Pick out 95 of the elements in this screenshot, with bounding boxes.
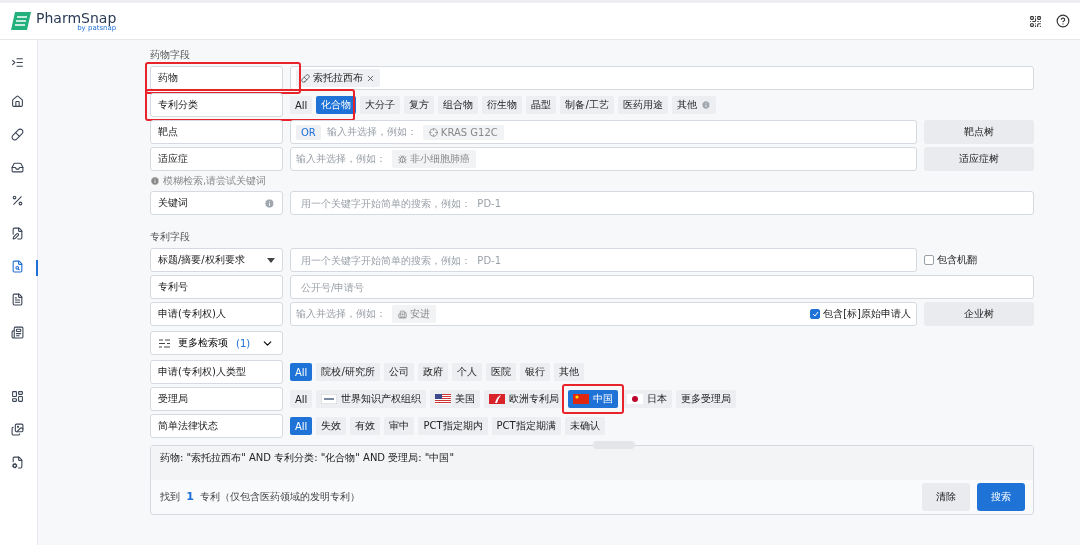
checkbox[interactable]: 包含机翻 xyxy=(924,253,1034,267)
close-icon[interactable] xyxy=(366,73,375,83)
tree-button[interactable]: 靶点树 xyxy=(924,120,1034,144)
field-label: 申请(专利权)人类型 xyxy=(150,360,283,384)
field-label: 专利分类 xyxy=(150,93,283,117)
menu-icon[interactable] xyxy=(11,56,24,69)
document-icon[interactable] xyxy=(11,293,24,306)
home-icon[interactable] xyxy=(11,95,24,108)
china-flag-icon xyxy=(573,394,590,404)
wipo-flag-icon xyxy=(321,394,338,404)
field-label[interactable]: 标题/摘要/权利要求 xyxy=(150,248,283,272)
query-text[interactable]: 药物: "索托拉西布" AND 专利分类: "化合物" AND 受理局: "中国" xyxy=(151,446,1033,480)
clear-button[interactable]: 清除 xyxy=(922,483,970,511)
tree-button[interactable]: 企业树 xyxy=(924,302,1034,326)
search-button[interactable]: 搜索 xyxy=(977,483,1025,511)
newspaper-icon[interactable] xyxy=(11,326,24,339)
filter-chip[interactable]: 美国 xyxy=(430,390,481,408)
filter-chip[interactable]: 院校/研究所 xyxy=(316,363,380,381)
filter-lines-icon xyxy=(159,338,170,348)
filter-chip[interactable]: All xyxy=(290,363,313,381)
field-label: 适应症 xyxy=(150,147,283,171)
search-field[interactable]: 输入并选择，例如： 安进 包含[标]原始申请人 xyxy=(290,302,917,326)
percent-icon[interactable] xyxy=(11,194,24,207)
filter-chip[interactable]: 失效 xyxy=(316,417,347,435)
drug-field[interactable]: 索托拉西布 xyxy=(290,66,1034,90)
filter-chip[interactable]: 医药用途 xyxy=(617,96,668,114)
example-tag: 非小细胞肺癌 xyxy=(392,150,476,168)
pill-icon[interactable] xyxy=(11,128,24,141)
japan-flag-icon xyxy=(627,394,644,404)
filter-chip[interactable]: 世界知识产权组织 xyxy=(316,390,427,408)
filter-chip[interactable]: 复方 xyxy=(404,96,435,114)
operator-tag[interactable]: OR xyxy=(296,124,321,140)
help-icon[interactable] xyxy=(1056,14,1070,28)
field-label: 专利号 xyxy=(150,275,283,299)
ep-flag-icon xyxy=(489,394,506,404)
file-settings-icon[interactable] xyxy=(11,456,24,469)
filter-chip[interactable]: 欧洲专利局 xyxy=(484,390,565,408)
example-tag: KRAS G12C xyxy=(422,124,504,140)
pill-icon xyxy=(301,73,310,83)
filter-chip[interactable]: PCT指定期满 xyxy=(491,417,561,435)
drug-tag[interactable]: 索托拉西布 xyxy=(296,69,380,87)
file-edit-icon[interactable] xyxy=(11,227,24,240)
field-label: 简单法律状态 xyxy=(150,414,283,438)
hint-text: 模糊检索,请尝试关键词 xyxy=(163,174,267,188)
logo-icon xyxy=(10,11,32,31)
building-icon xyxy=(398,309,407,319)
filter-chip[interactable]: 有效 xyxy=(350,417,381,435)
logo-text: PharmSnap xyxy=(36,10,117,25)
field-label: 关键词 xyxy=(150,191,283,215)
qr-code-icon[interactable] xyxy=(1029,14,1042,28)
file-search-icon[interactable] xyxy=(11,260,24,273)
filter-chip[interactable]: 组合物 xyxy=(438,96,479,114)
filter-chip[interactable]: 其他 xyxy=(553,363,584,381)
filter-chip[interactable]: 医院 xyxy=(485,363,516,381)
filter-chip[interactable]: 衍生物 xyxy=(482,96,523,114)
images-icon[interactable] xyxy=(11,423,24,436)
text-field[interactable]: 公开号/申请号 xyxy=(290,275,1034,299)
section-title: 药物字段 xyxy=(150,48,191,62)
checkmark-icon xyxy=(811,311,819,317)
us-flag-icon xyxy=(435,394,452,404)
filter-chip[interactable]: 更多受理局 xyxy=(676,390,737,408)
filter-chip[interactable]: 大分子 xyxy=(360,96,401,114)
field-label: 申请(专利权)人 xyxy=(150,302,283,326)
section-title: 专利字段 xyxy=(150,230,191,244)
filter-chip[interactable]: 日本 xyxy=(622,390,673,408)
field-label: 药物 xyxy=(150,66,283,90)
filter-chip[interactable]: All xyxy=(290,417,313,435)
virus-icon xyxy=(398,154,407,164)
resize-handle[interactable] xyxy=(593,441,635,449)
example-tag: 安进 xyxy=(392,305,436,323)
filter-chip[interactable]: 公司 xyxy=(383,363,414,381)
filter-chip[interactable]: 中国 xyxy=(568,390,619,408)
filter-chip[interactable]: PCT指定期内 xyxy=(418,417,488,435)
target-icon xyxy=(428,127,438,137)
filter-chip[interactable]: 制备/工艺 xyxy=(560,96,614,114)
tree-button[interactable]: 适应症树 xyxy=(924,147,1034,171)
filter-chip[interactable]: 政府 xyxy=(417,363,448,381)
filter-chip[interactable]: 晶型 xyxy=(526,96,557,114)
more-fields-button[interactable]: 更多检索项 (1) xyxy=(150,331,283,355)
search-field[interactable]: OR 输入并选择，例如： KRAS G12C xyxy=(290,120,917,144)
filter-chip[interactable]: 未确认 xyxy=(564,417,605,435)
field-label: 靶点 xyxy=(150,120,283,144)
info-icon xyxy=(150,176,160,186)
filter-chip[interactable]: 审中 xyxy=(384,417,415,435)
result-count-text: 找到 1 专利（仅包含医药领域的发明专利） xyxy=(160,490,361,504)
filter-chip[interactable]: 银行 xyxy=(519,363,550,381)
checkbox[interactable]: 包含[标]原始申请人 xyxy=(810,307,911,321)
filter-chip[interactable]: 其他 xyxy=(671,96,716,114)
filter-chip[interactable]: All xyxy=(290,96,313,114)
filter-chip[interactable]: All xyxy=(290,390,313,408)
tray-icon[interactable] xyxy=(11,161,24,174)
filter-chip[interactable]: 个人 xyxy=(451,363,482,381)
field-label: 受理局 xyxy=(150,387,283,411)
filter-chip[interactable]: 化合物 xyxy=(316,96,357,114)
dashboard-icon[interactable] xyxy=(11,390,24,403)
